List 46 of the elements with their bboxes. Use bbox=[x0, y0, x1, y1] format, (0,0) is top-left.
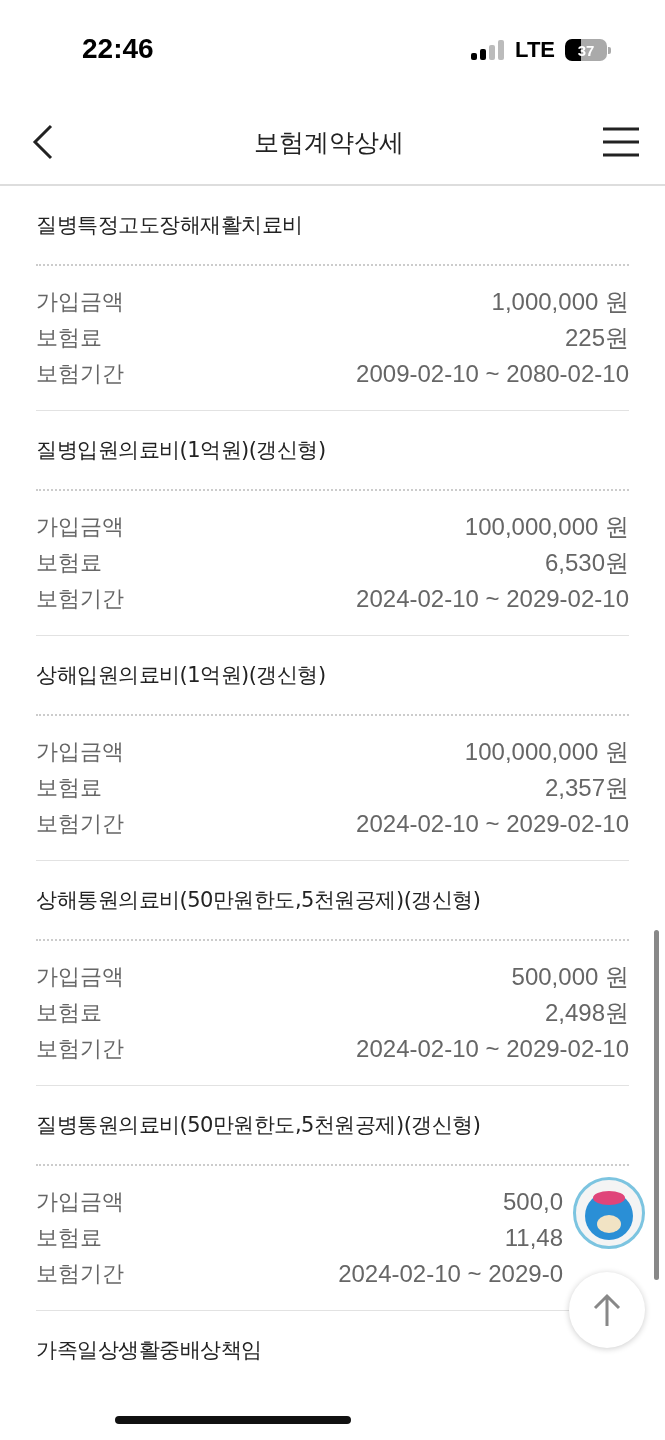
field-value: 500,000 원 bbox=[511, 962, 629, 992]
field-value: 6,530원 bbox=[544, 548, 629, 578]
field-label: 가입금액 bbox=[36, 963, 124, 991]
field-value: 2024-02-10 ~ 2029-0 bbox=[338, 1260, 563, 1288]
field-value: 2024-02-10 ~ 2029-02-10 bbox=[356, 585, 629, 613]
field-value: 100,000,000 원 bbox=[464, 737, 629, 767]
field-label: 가입금액 bbox=[36, 513, 124, 541]
field-value: 500,0 bbox=[502, 1188, 563, 1216]
menu-button[interactable] bbox=[603, 127, 639, 157]
field-label: 보험기간 bbox=[36, 1260, 124, 1288]
field-label: 보험기간 bbox=[36, 585, 124, 613]
field-label: 가입금액 bbox=[36, 1188, 124, 1216]
coverage-title: 질병입원의료비(1억원)(갱신형) bbox=[36, 437, 327, 464]
scroll-top-button[interactable] bbox=[569, 1272, 645, 1348]
field-label: 보험기간 bbox=[36, 810, 124, 838]
field-label: 보험료 bbox=[36, 1224, 102, 1252]
field-value: 2,498원 bbox=[544, 998, 629, 1028]
menu-icon bbox=[603, 127, 639, 157]
field-value: 2,357원 bbox=[544, 773, 629, 803]
field-label: 가입금액 bbox=[36, 738, 124, 766]
field-value: 1,000,000 원 bbox=[491, 287, 629, 317]
page-title: 보험계약상세 bbox=[253, 126, 404, 159]
field-label: 가입금액 bbox=[36, 288, 124, 316]
coverage-title: 상해통원의료비(50만원한도,5천원공제)(갱신형) bbox=[36, 887, 482, 914]
field-value: 2024-02-10 ~ 2029-02-10 bbox=[356, 1035, 629, 1063]
arrow-up-icon bbox=[592, 1293, 622, 1327]
field-label: 보험기간 bbox=[36, 360, 124, 388]
back-button[interactable] bbox=[32, 124, 54, 160]
status-time: 22:46 bbox=[82, 33, 155, 65]
field-label: 보험료 bbox=[36, 324, 102, 352]
field-value: 11,48 bbox=[504, 1224, 563, 1252]
field-value: 2024-02-10 ~ 2029-02-10 bbox=[356, 810, 629, 838]
field-label: 보험기간 bbox=[36, 1035, 124, 1063]
network-label: LTE bbox=[515, 37, 555, 63]
field-value: 2009-02-10 ~ 2080-02-10 bbox=[356, 360, 629, 388]
field-value: 225원 bbox=[564, 323, 629, 353]
coverage-title: 상해입원의료비(1억원)(갱신형) bbox=[36, 662, 327, 689]
coverage-title: 질병통원의료비(50만원한도,5천원공제)(갱신형) bbox=[36, 1112, 482, 1139]
field-label: 보험료 bbox=[36, 774, 102, 802]
field-value: 100,000,000 원 bbox=[464, 512, 629, 542]
coverage-title: 질병특정고도장해재활치료비 bbox=[36, 212, 304, 239]
back-icon bbox=[32, 124, 54, 160]
field-label: 보험료 bbox=[36, 549, 102, 577]
signal-icon bbox=[471, 40, 506, 60]
field-label: 보험료 bbox=[36, 999, 102, 1027]
coverage-title: 가족일상생활중배상책임 bbox=[36, 1337, 263, 1364]
